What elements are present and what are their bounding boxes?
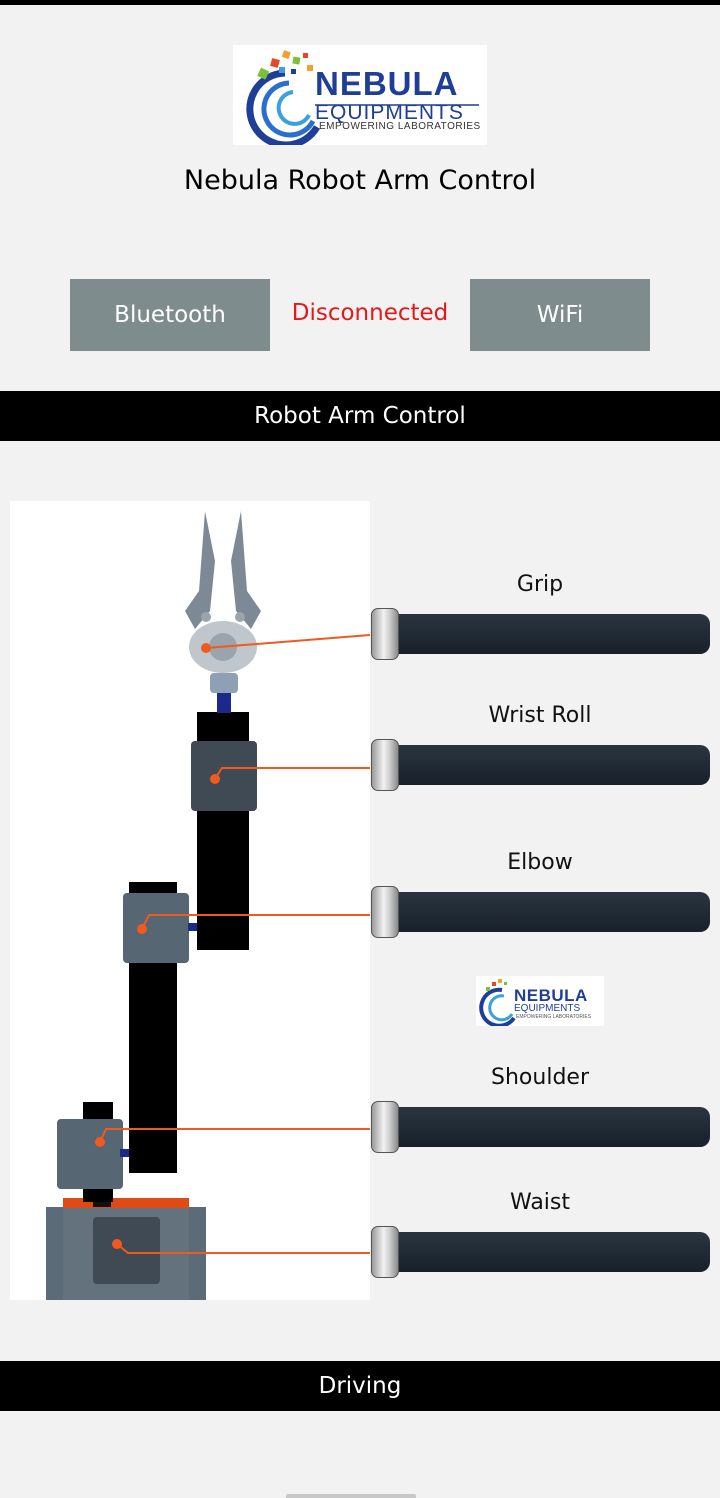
waist-slider-thumb[interactable] [371, 1226, 399, 1278]
elbow-slider[interactable] [371, 886, 710, 938]
wrist-roll-slider[interactable] [371, 739, 710, 791]
logo-word-equipments: EQUIPMENTS [315, 101, 464, 124]
logo-word-nebula: NEBULA [315, 65, 459, 102]
waist-slider[interactable] [371, 1226, 710, 1278]
shoulder-slider[interactable] [371, 1101, 710, 1153]
bluetooth-button[interactable]: Bluetooth [70, 279, 270, 351]
connection-status: Disconnected [291, 300, 449, 326]
elbow-slider-thumb[interactable] [371, 886, 399, 938]
status-strip [0, 0, 720, 5]
page-title: Nebula Robot Arm Control [183, 165, 537, 196]
logo-tagline: EMPOWERING LABORATORIES [319, 121, 481, 132]
nebula-logo: NEBULA EQUIPMENTS EMPOWERING LABORATORIE… [233, 45, 487, 145]
wifi-button[interactable]: WiFi [470, 279, 650, 351]
shoulder-slider-thumb[interactable] [371, 1101, 399, 1153]
elbow-label: Elbow [507, 850, 573, 875]
grip-slider[interactable] [371, 608, 710, 660]
robot-arm-control-header: Robot Arm Control [0, 391, 720, 441]
grip-label: Grip [516, 572, 564, 597]
logo-small-word-nebula: NEBULA [514, 986, 588, 1005]
nebula-logo-small: NEBULA EQUIPMENTS EMPOWERING LABORATORIE… [476, 976, 604, 1026]
robot-arm-illustration [46, 511, 371, 1300]
logo-small-word-equipments: EQUIPMENTS [514, 1003, 581, 1014]
waist-label: Waist [509, 1190, 571, 1215]
wrist-roll-label: Wrist Roll [488, 703, 592, 728]
logo-small-tagline: EMPOWERING LABORATORIES [516, 1014, 592, 1020]
wrist-roll-slider-thumb[interactable] [371, 739, 399, 791]
grip-slider-thumb[interactable] [371, 608, 399, 660]
driving-header: Driving [0, 1361, 720, 1411]
shoulder-label: Shoulder [491, 1065, 589, 1090]
bottom-control-edge[interactable] [286, 1494, 416, 1498]
logo-swirl-icon-small [479, 979, 516, 1026]
robot-arm-diagram [10, 501, 371, 1300]
